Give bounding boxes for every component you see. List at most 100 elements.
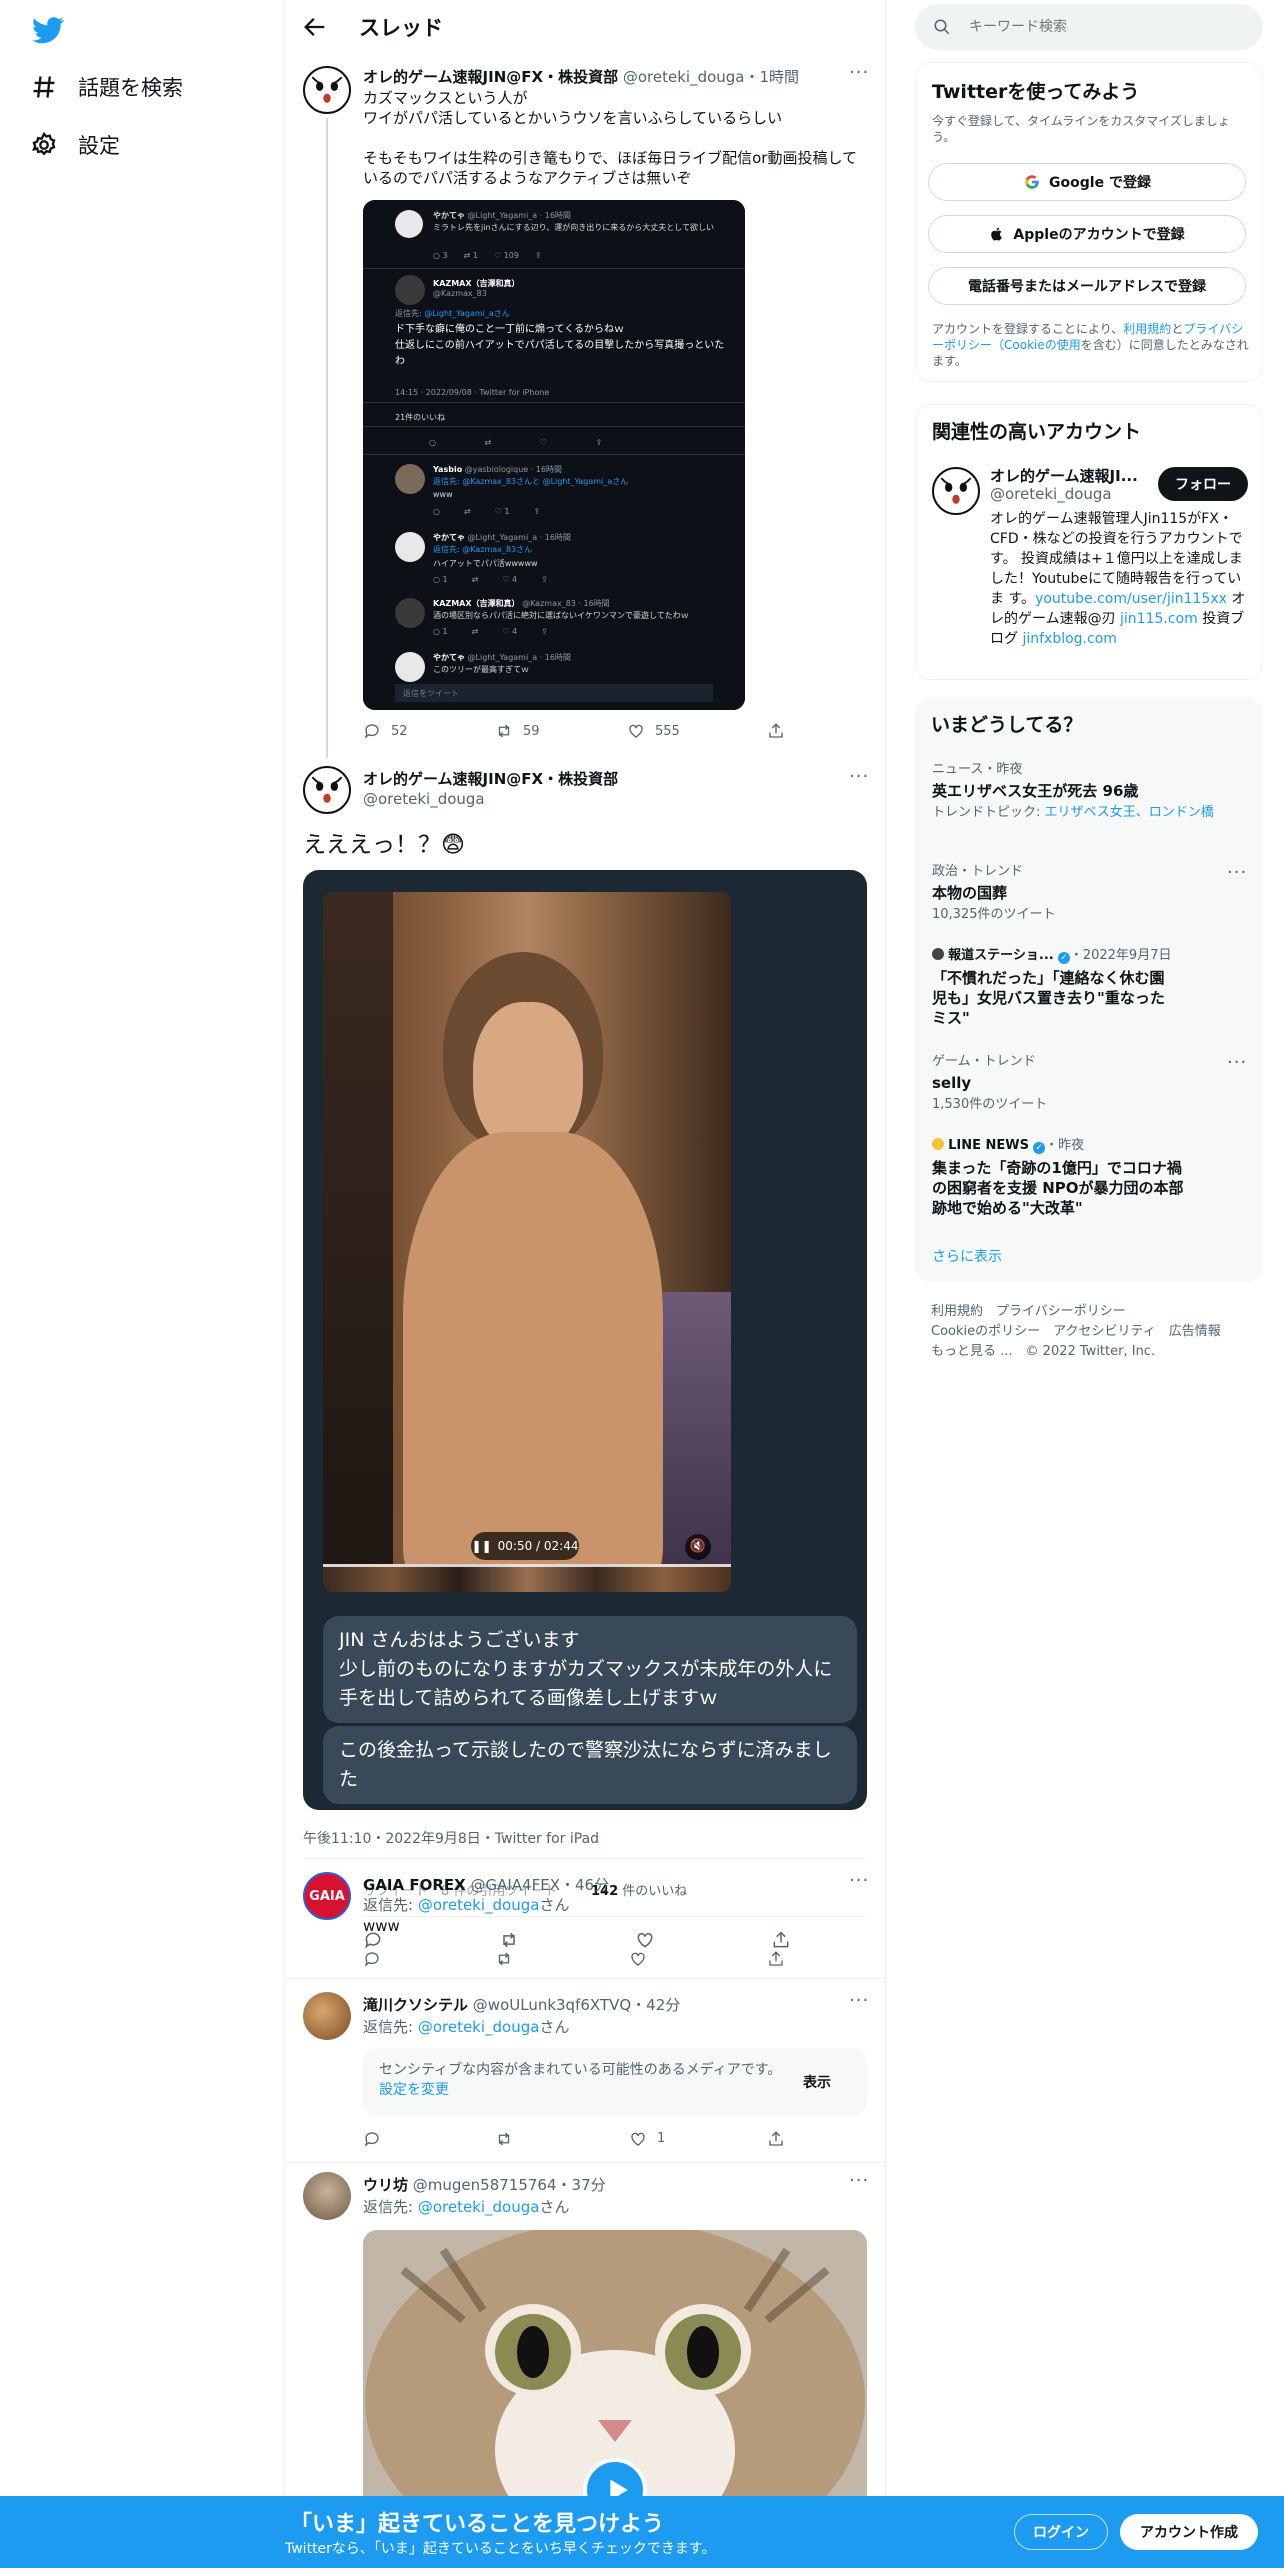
video-subject-body (403, 1132, 663, 1592)
signup-button[interactable]: アカウント作成 (1120, 2514, 1258, 2550)
phone-email-signup-button[interactable]: 電話番号またはメールアドレスで登録 (928, 267, 1246, 305)
footer-links: 利用規約 プライバシーポリシー (931, 1300, 1126, 1319)
tweet-time[interactable]: ・42分 (631, 1996, 680, 2014)
more-options-icon[interactable]: ··· (849, 1990, 869, 2011)
avatar[interactable] (303, 766, 351, 814)
back-arrow-icon[interactable] (301, 13, 329, 41)
source-avatar (932, 1138, 944, 1150)
footer-link[interactable]: 広告情報 (1169, 1324, 1221, 1339)
gif-media[interactable] (363, 2230, 867, 2510)
tweet-author[interactable]: GAIA FOREX @GAIA4FEX・46分 (363, 1874, 609, 1895)
follow-button[interactable]: フォロー (1158, 467, 1248, 501)
trend-item[interactable]: 報道ステーショ... ✓ ・2022年9月7日 「不慣れだった」「連絡なく休む園児… (932, 944, 1242, 1028)
author-name[interactable]: 滝川クソシテル (363, 1996, 468, 2014)
tweet-time[interactable]: ・46分 (560, 1876, 609, 1894)
avatar[interactable]: GAIA (303, 1872, 351, 1920)
tweet-media[interactable]: ❚❚ 00:50 / 02:44 🔇 JIN さんおはようございます 少し前のもの… (303, 870, 867, 1810)
more-options-icon[interactable]: ··· (849, 62, 869, 83)
google-signup-button[interactable]: Google で登録 (928, 163, 1246, 201)
retweet-icon[interactable] (495, 1950, 513, 1968)
heart-icon[interactable] (629, 2130, 647, 2148)
tweet-author[interactable]: オレ的ゲーム速報JIN@FX・株投資部 @oreteki_douga・1時間 (363, 66, 799, 87)
reply-to-handle[interactable]: @oreteki_douga (418, 2018, 540, 2036)
reply-icon[interactable] (363, 2130, 381, 2148)
author-name[interactable]: GAIA FOREX (363, 1876, 466, 1894)
mute-icon[interactable]: 🔇 (685, 1534, 711, 1560)
more-options-icon[interactable]: ··· (849, 766, 869, 787)
author-handle[interactable]: @oreteki_douga (623, 68, 745, 86)
tweet-meta[interactable]: 午後11:10・2022年9月8日・Twitter for iPad (303, 1828, 599, 1848)
trend-item[interactable]: ニュース・昨夜 英エリザベス女王が死去 96歳 トレンドトピック: エリザベス女… (932, 758, 1242, 821)
search-input[interactable] (969, 14, 1239, 40)
pause-icon[interactable]: ❚❚ (472, 1539, 492, 1553)
avatar[interactable] (303, 1992, 351, 2040)
more-options-icon[interactable]: ··· (849, 1870, 869, 1891)
tweet-text: カズマックスという人が ワイがパパ活しているとかいうウソを言いふらしているらしい… (363, 89, 857, 187)
account-handle[interactable]: @oreteki_douga (990, 485, 1112, 503)
video-time-pill[interactable]: ❚❚ 00:50 / 02:44 (471, 1532, 579, 1560)
reply-button[interactable]: 52 (363, 722, 408, 740)
footer-link[interactable]: アクセシビリティ (1053, 1324, 1156, 1339)
tweet-author[interactable]: ウリ坊 @mugen58715764・37分 (363, 2174, 606, 2195)
account-name[interactable]: オレ的ゲーム速報JI... (990, 465, 1138, 486)
tweet-time[interactable]: ・1時間 (745, 68, 800, 86)
change-settings-link[interactable]: 設定を変更 (379, 2082, 449, 2098)
share-icon[interactable] (767, 2130, 785, 2148)
trend-item[interactable]: LINE NEWS ✓ ・昨夜 集まった「奇跡の1億円」でコロナ禍の困窮者を支援 … (932, 1134, 1242, 1218)
reply-to-handle[interactable]: @oreteki_douga (418, 2198, 540, 2216)
bio-link[interactable]: jinfxblog.com (1022, 631, 1116, 647)
share-button[interactable] (767, 722, 785, 740)
like-button[interactable]: 555 (627, 722, 680, 740)
twitter-logo-icon[interactable] (32, 14, 64, 46)
author-name[interactable]: ウリ坊 (363, 2176, 408, 2194)
search-bar[interactable] (915, 4, 1263, 50)
embedded-replyto-label: 返信先: (395, 309, 425, 318)
retweet-button[interactable]: 59 (495, 722, 540, 740)
login-button[interactable]: ログイン (1014, 2514, 1108, 2550)
terms-link[interactable]: 利用規約 (1123, 322, 1171, 336)
heart-icon[interactable] (629, 1950, 647, 1968)
avatar[interactable] (303, 66, 351, 114)
tweet-author[interactable]: 滝川クソシテル @woULunk3qf6XTVQ・42分 (363, 1994, 680, 2015)
author-name[interactable]: オレ的ゲーム速報JIN@FX・株投資部 (363, 768, 618, 789)
trend-item[interactable]: 政治・トレンド 本物の国葬 10,325件のツイート (932, 860, 1242, 923)
footer-link[interactable]: プライバシーポリシー (996, 1304, 1126, 1319)
share-icon[interactable] (771, 1930, 791, 1950)
bio-link[interactable]: jin115.com (1120, 611, 1198, 627)
apple-signup-button[interactable]: Appleのアカウントで登録 (928, 215, 1246, 253)
more-options-icon[interactable]: ··· (1227, 862, 1247, 883)
nav-explore[interactable]: 話題を検索 (30, 62, 183, 112)
reply-icon[interactable] (363, 1930, 383, 1950)
reply-to-suffix: さん (539, 2018, 570, 2036)
nav-settings[interactable]: 設定 (30, 120, 120, 170)
heart-icon[interactable] (635, 1930, 655, 1950)
reply-icon[interactable] (363, 1950, 381, 1968)
reply-to-handle[interactable]: @oreteki_douga (418, 1896, 540, 1914)
more-options-icon[interactable]: ··· (849, 2170, 869, 2191)
author-name[interactable]: オレ的ゲーム速報JIN@FX・株投資部 (363, 68, 618, 86)
footer-more-link[interactable]: もっと見る ... (931, 1344, 1013, 1359)
avatar[interactable] (932, 467, 980, 515)
video-player[interactable]: ❚❚ 00:50 / 02:44 🔇 (323, 892, 731, 1592)
footer-link[interactable]: 利用規約 (931, 1304, 983, 1319)
show-more-link[interactable]: さらに表示 (932, 1246, 1002, 1266)
retweet-icon[interactable] (495, 2130, 513, 2148)
avatar[interactable] (303, 2172, 351, 2220)
more-options-icon[interactable]: ··· (1227, 1052, 1247, 1073)
author-handle[interactable]: @GAIA4FEX (470, 1876, 560, 1894)
show-button[interactable]: 表示 (803, 2072, 831, 2092)
author-handle[interactable]: @oreteki_douga (363, 790, 485, 808)
author-handle[interactable]: @mugen58715764 (413, 2176, 557, 2194)
trend-item[interactable]: ゲーム・トレンド selly 1,530件のツイート (932, 1050, 1242, 1113)
tweet-time[interactable]: ・37分 (557, 2176, 606, 2194)
share-icon[interactable] (767, 1950, 785, 1968)
bio-link[interactable]: youtube.com/user/jin115xx (1035, 591, 1227, 607)
author-handle[interactable]: @woULunk3qf6XTVQ (473, 1996, 631, 2014)
trend-topic-link[interactable]: エリザベス女王、ロンドン橋 (1045, 805, 1214, 820)
footer-link[interactable]: Cookieのポリシー (931, 1324, 1040, 1339)
tweet-image-screenshot[interactable]: やかてゃ @Light_Yagami_a · 16時間 ミラトレ先をjinさんに… (363, 200, 745, 710)
divider (303, 1858, 867, 1859)
retweet-icon[interactable] (499, 1930, 519, 1950)
video-progress[interactable] (323, 1564, 731, 1567)
embedded-handle: @yasbiologique · 16時間 (464, 465, 563, 474)
